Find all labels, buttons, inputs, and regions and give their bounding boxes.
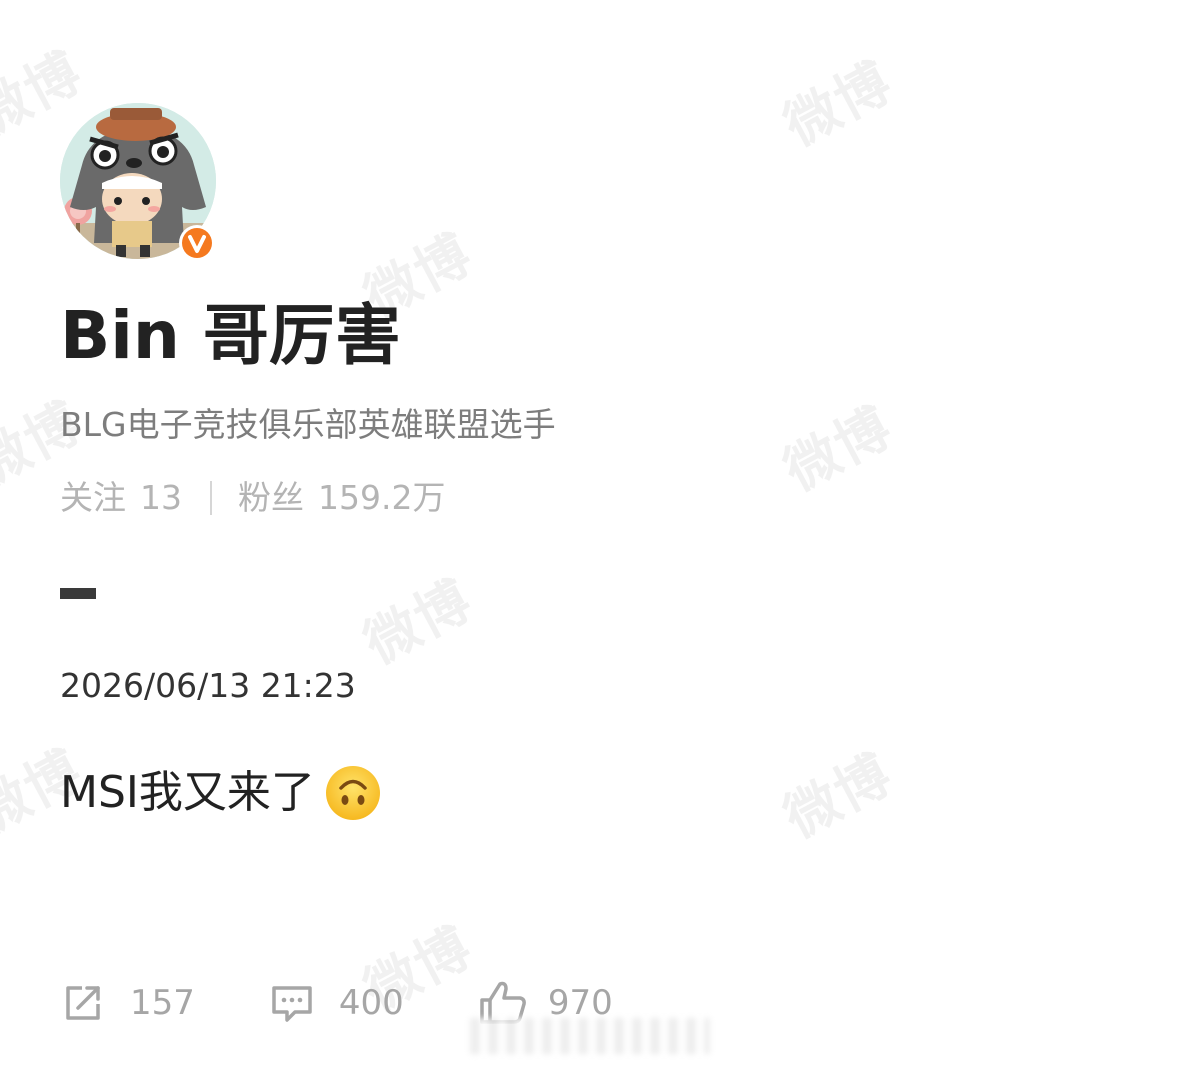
comment-icon	[272, 986, 312, 1022]
upside-down-face-emoji	[325, 766, 380, 820]
watermark: 微博	[774, 741, 903, 851]
comment-button[interactable]: 400	[269, 980, 404, 1026]
following-label[interactable]: 关注	[60, 475, 126, 521]
watermark: 微博	[774, 49, 903, 159]
share-icon	[66, 986, 100, 1020]
stats-divider	[210, 481, 212, 515]
comment-count: 400	[338, 983, 404, 1023]
verified-badge-icon	[179, 225, 215, 261]
watermark: 微博	[774, 394, 903, 504]
following-count[interactable]: 13	[140, 475, 182, 521]
post-timestamp: 2026/06/13 21:23	[60, 666, 356, 705]
post-text: MSI我又来了	[60, 767, 315, 818]
repost-button[interactable]: 157	[60, 980, 195, 1026]
divider-mark	[60, 588, 96, 599]
post-card: 微博 微博 微博 微博 微博 微博 微博 微博 微博 Bin 哥厉害 BLG电子…	[0, 0, 1179, 1067]
post-content: MSI我又来了	[60, 764, 381, 822]
followers-label[interactable]: 粉丝	[238, 475, 304, 521]
watermark: 微博	[354, 567, 483, 677]
like-count: 970	[547, 983, 613, 1023]
profile-stats: 关注 13 粉丝 159.2万	[60, 475, 445, 521]
followers-count[interactable]: 159.2万	[318, 475, 445, 521]
repost-count: 157	[130, 983, 195, 1023]
bio: BLG电子竞技俱乐部英雄联盟选手	[60, 405, 556, 444]
blurred-overlay	[470, 1018, 710, 1054]
username[interactable]: Bin 哥厉害	[60, 296, 401, 376]
